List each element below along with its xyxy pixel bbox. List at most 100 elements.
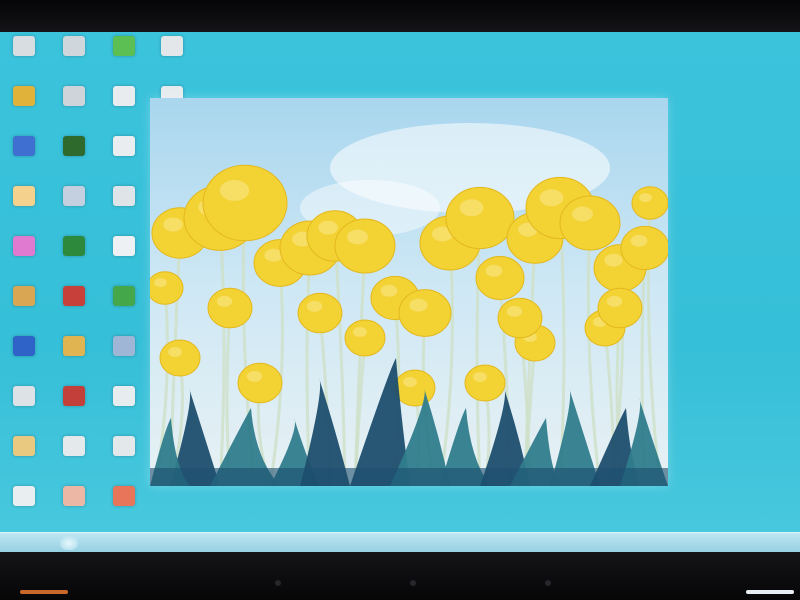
tulip-highlight [168,347,182,357]
program-icon [63,286,85,306]
tulip-highlight [409,298,428,312]
program-icon [63,86,85,106]
photo-viewer-window[interactable] [150,98,668,486]
desktop-icon[interactable] [102,34,148,80]
tulip-flower [150,271,184,305]
desktop-icon[interactable] [102,434,148,480]
desktop-icon[interactable] [150,34,196,80]
tulip-flower [398,289,452,337]
tulip-flower [344,319,386,357]
desktop-screen [0,32,800,552]
desktop-icon[interactable] [102,284,148,330]
status-led-icon [746,590,794,594]
desktop-icon[interactable] [52,34,98,80]
desktop-icon[interactable] [102,84,148,130]
start-button[interactable] [60,536,78,550]
program-icon [63,386,85,406]
tulip-highlight [347,229,368,245]
desktop-icon[interactable] [52,434,98,480]
tulip-highlight [606,295,623,307]
tulip-flower [597,287,643,329]
program-icon [161,36,183,56]
desktop-icon[interactable] [2,284,48,330]
bezel-button-icon[interactable] [275,580,281,586]
desktop-icon[interactable] [52,234,98,280]
desktop-icon[interactable] [2,384,48,430]
desktop-icon[interactable] [102,384,148,430]
program-icon [63,186,85,206]
desktop-icon[interactable] [52,284,98,330]
desktop-icon[interactable] [2,234,48,280]
program-icon [13,336,35,356]
program-icon [13,236,35,256]
tulip-highlight [473,372,487,382]
program-icon [63,336,85,356]
foliage-base [150,468,668,486]
program-icon [113,36,135,56]
program-icon [13,286,35,306]
taskbar [0,532,800,552]
desktop-icon[interactable] [2,484,48,530]
tulip-highlight [506,305,523,317]
program-icon [113,136,135,156]
tulip-flower [497,297,543,339]
tulip-flower [631,186,668,220]
tulip-highlight [163,217,183,232]
desktop-icon[interactable] [52,134,98,180]
program-icon [63,236,85,256]
tulip-flower [202,164,288,242]
tulip-highlight [219,179,250,201]
monitor-bezel-bottom [0,552,800,600]
program-icon [13,136,35,156]
bezel-button-icon[interactable] [545,580,551,586]
desktop-icon[interactable] [52,84,98,130]
tulip-flower [334,218,396,274]
program-icon [63,436,85,456]
bezel-button-icon[interactable] [410,580,416,586]
tulip-highlight [246,370,263,382]
desktop-icon[interactable] [102,484,148,530]
tulip-flower [464,364,506,402]
tulip-flower [559,195,621,251]
desktop-icon[interactable] [102,134,148,180]
program-icon [63,486,85,506]
tulip-highlight [318,220,338,235]
desktop-icon[interactable] [2,134,48,180]
desktop-icon[interactable] [2,434,48,480]
tulip-flower [159,339,201,377]
desktop-icon[interactable] [102,334,148,380]
program-icon [63,136,85,156]
program-icon [113,336,135,356]
tulip-highlight [539,189,564,207]
desktop-icon[interactable] [102,184,148,230]
desktop-icon[interactable] [2,184,48,230]
desktop-icon[interactable] [2,84,48,130]
tulip-highlight [630,234,648,247]
tulip-flower [394,369,436,407]
tulip-flower [297,292,343,334]
desktop-icon[interactable] [52,184,98,230]
desktop-icon[interactable] [52,484,98,530]
desktop-icon[interactable] [2,334,48,380]
desktop-icon[interactable] [52,384,98,430]
tulip-highlight [639,193,652,203]
tulip-highlight [154,278,167,288]
tulip-highlight [604,253,623,267]
tulip-flower [620,225,668,271]
desktop-icon[interactable] [52,334,98,380]
program-icon [13,86,35,106]
program-icon [113,286,135,306]
tulip-flower [237,362,283,404]
tulip-highlight [403,377,417,387]
tulip-highlight [380,284,398,297]
power-led-icon [20,590,68,594]
program-icon [113,86,135,106]
desktop-icon[interactable] [102,234,148,280]
program-icon [113,436,135,456]
tulip-highlight [216,295,233,307]
program-icon [13,436,35,456]
desktop-icon[interactable] [2,34,48,80]
program-icon [113,486,135,506]
program-icon [13,386,35,406]
monitor-bezel-top [0,0,800,32]
